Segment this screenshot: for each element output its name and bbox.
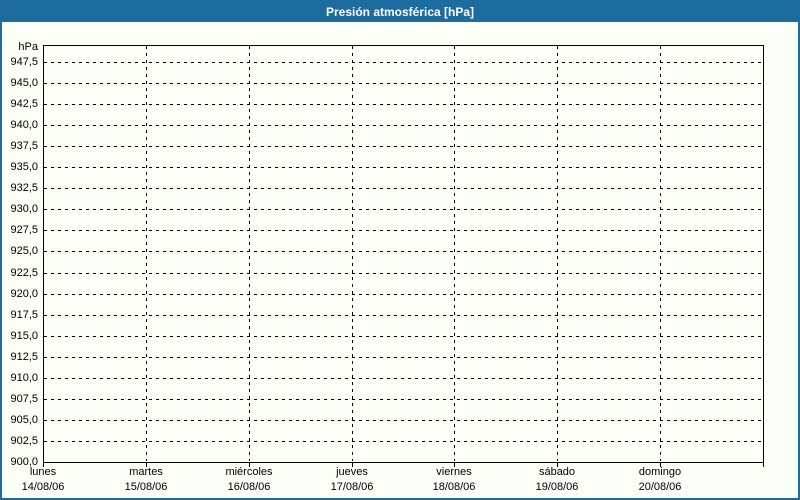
y-tick-label: 915,0 xyxy=(10,330,38,342)
v-gridline xyxy=(557,46,558,461)
x-tick-date: 20/08/06 xyxy=(638,481,682,493)
y-tick-label: 932,5 xyxy=(10,182,38,194)
y-tick-label: 912,5 xyxy=(10,351,38,363)
x-tick-label: viernes 18/08/06 xyxy=(402,465,506,495)
plot-area xyxy=(43,45,764,463)
h-gridline xyxy=(44,273,762,274)
y-tick-label: 910,0 xyxy=(10,372,38,384)
y-tick-label: 920,0 xyxy=(10,288,38,300)
v-gridline xyxy=(660,46,661,461)
y-tick-label: 927,5 xyxy=(10,224,38,236)
h-gridline xyxy=(44,357,762,358)
y-tick-label: 937,5 xyxy=(10,140,38,152)
x-tick-day: miércoles xyxy=(225,466,273,478)
y-tick-label: 922,5 xyxy=(10,267,38,279)
h-gridline xyxy=(44,420,762,421)
x-tick-date: 19/08/06 xyxy=(535,481,579,493)
h-gridline xyxy=(44,378,762,379)
y-tick-label: 940,0 xyxy=(10,119,38,131)
x-tick-day: lunes xyxy=(29,466,57,478)
y-tick-label: 925,0 xyxy=(10,245,38,257)
x-tick-day: domingo xyxy=(638,466,682,478)
title-bar: Presión atmosférica [hPa] xyxy=(2,2,798,22)
h-gridline xyxy=(44,230,762,231)
h-gridline xyxy=(44,441,762,442)
h-gridline xyxy=(44,125,762,126)
x-tick-day: viernes xyxy=(436,466,472,478)
y-tick-label: 905,0 xyxy=(10,414,38,426)
h-gridline xyxy=(44,83,762,84)
x-tick-day: sábado xyxy=(538,466,576,478)
y-tick-label: 907,5 xyxy=(10,393,38,405)
x-tick-mark xyxy=(763,462,764,467)
x-tick-date: 18/08/06 xyxy=(432,481,476,493)
h-gridline xyxy=(44,167,762,168)
y-tick-label: 902,5 xyxy=(10,435,38,447)
x-tick-date: 15/08/06 xyxy=(124,481,168,493)
y-tick-label: 942,5 xyxy=(10,98,38,110)
y-tick-label: 917,5 xyxy=(10,309,38,321)
x-tick-label: martes 15/08/06 xyxy=(94,465,198,495)
h-gridline xyxy=(44,294,762,295)
x-tick-date: 17/08/06 xyxy=(330,481,374,493)
h-gridline xyxy=(44,188,762,189)
x-tick-label: domingo 20/08/06 xyxy=(608,465,712,495)
chart-window: Presión atmosférica [hPa] hPa 947,5 945,0… xyxy=(0,0,800,500)
x-tick-label: miércoles 16/08/06 xyxy=(197,465,301,495)
x-tick-label: sábado 19/08/06 xyxy=(505,465,609,495)
x-tick-label: lunes 14/08/06 xyxy=(2,465,95,495)
y-tick-label: 930,0 xyxy=(10,203,38,215)
chart-title: Presión atmosférica [hPa] xyxy=(325,5,475,19)
h-gridline xyxy=(44,315,762,316)
h-gridline xyxy=(44,146,762,147)
h-gridline xyxy=(44,209,762,210)
v-gridline xyxy=(352,46,353,461)
x-tick-day: martes xyxy=(129,466,163,478)
v-gridline xyxy=(146,46,147,461)
h-gridline xyxy=(44,251,762,252)
h-gridline xyxy=(44,104,762,105)
v-gridline xyxy=(454,46,455,461)
y-tick-label: 935,0 xyxy=(10,161,38,173)
x-tick-date: 16/08/06 xyxy=(227,481,271,493)
x-tick-label: jueves 17/08/06 xyxy=(300,465,404,495)
h-gridline xyxy=(44,399,762,400)
x-tick-day: jueves xyxy=(336,466,368,478)
v-gridline xyxy=(249,46,250,461)
h-gridline xyxy=(44,62,762,63)
h-gridline xyxy=(44,336,762,337)
x-tick-date: 14/08/06 xyxy=(21,481,65,493)
y-tick-label: 947,5 xyxy=(10,56,38,68)
y-axis-unit-label: hPa xyxy=(18,41,38,53)
y-tick-label: 945,0 xyxy=(10,77,38,89)
